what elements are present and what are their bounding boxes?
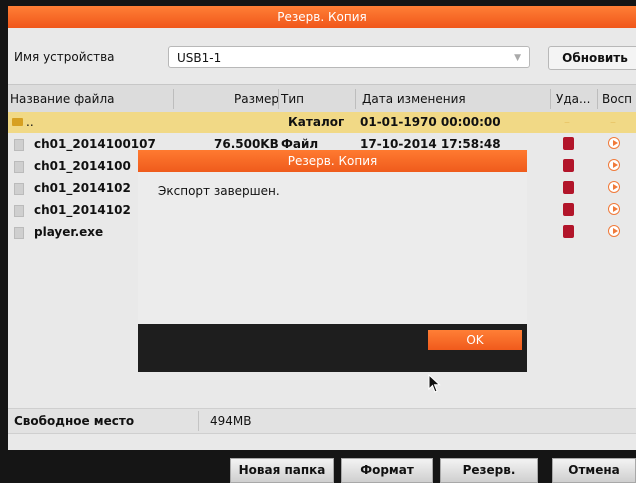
- column-divider: [597, 89, 598, 109]
- row-type: Каталог: [288, 115, 345, 129]
- header-size[interactable]: Размер: [234, 92, 279, 106]
- header-type[interactable]: Тип: [281, 92, 304, 106]
- table-header: Название файла Размер Тип Дата изменения…: [8, 84, 636, 114]
- trash-icon[interactable]: [563, 159, 574, 172]
- header-play[interactable]: Восп: [602, 92, 632, 106]
- free-space-label: Свободное место: [14, 414, 135, 428]
- header-modified[interactable]: Дата изменения: [362, 92, 466, 106]
- row-modified: 17-10-2014 17:58:48: [360, 137, 501, 151]
- row-name: ch01_2014102: [34, 181, 131, 195]
- header-name[interactable]: Название файла: [10, 92, 114, 106]
- chevron-down-icon: ▼: [514, 53, 521, 63]
- column-divider: [278, 89, 279, 109]
- file-icon: [14, 183, 24, 195]
- column-divider: [173, 89, 174, 109]
- refresh-button[interactable]: Обновить: [548, 46, 636, 70]
- trash-icon[interactable]: [563, 181, 574, 194]
- device-label: Имя устройства: [14, 50, 115, 64]
- row-delete-placeholder: –: [564, 115, 570, 129]
- mouse-cursor-icon: [428, 374, 441, 393]
- dialog-footer: OK: [138, 324, 527, 372]
- device-select-value: USB1-1: [177, 51, 222, 65]
- trash-icon[interactable]: [563, 225, 574, 238]
- bottom-toolbar: Новая папка Формат Резерв. Коп... Отмена: [8, 450, 636, 483]
- play-icon[interactable]: [608, 225, 620, 237]
- window-title: Резерв. Копия: [8, 6, 636, 28]
- file-icon: [14, 139, 24, 151]
- row-type: Файл: [281, 137, 319, 151]
- header-delete[interactable]: Уда...: [556, 92, 590, 106]
- column-divider: [198, 411, 199, 431]
- free-space-value: 494MB: [210, 414, 252, 428]
- new-folder-button[interactable]: Новая папка: [230, 458, 334, 483]
- table-row-parent[interactable]: .. Каталог 01-01-1970 00:00:00 – –: [8, 112, 636, 133]
- cancel-button[interactable]: Отмена: [552, 458, 636, 483]
- trash-icon[interactable]: [563, 203, 574, 216]
- dialog-message: Экспорт завершен.: [158, 184, 280, 198]
- device-row: Имя устройства USB1-1 ▼ Обновить: [8, 42, 636, 76]
- row-name: ch01_2014100: [34, 159, 131, 173]
- dialog-title: Резерв. Копия: [138, 150, 527, 172]
- column-divider: [355, 89, 356, 109]
- play-icon[interactable]: [608, 137, 620, 149]
- backup-window: Резерв. Копия Имя устройства USB1-1 ▼ Об…: [8, 6, 636, 483]
- row-name: ch01_2014100107: [34, 137, 156, 151]
- play-icon[interactable]: [608, 181, 620, 193]
- row-name: player.exe: [34, 225, 104, 239]
- ok-button[interactable]: OK: [428, 330, 522, 350]
- folder-icon: [12, 118, 23, 126]
- column-divider: [550, 89, 551, 109]
- format-button[interactable]: Формат: [341, 458, 433, 483]
- file-icon: [14, 161, 24, 173]
- row-modified: 01-01-1970 00:00:00: [360, 115, 501, 129]
- play-icon[interactable]: [608, 159, 620, 171]
- row-name: ..: [26, 115, 34, 129]
- export-complete-dialog: Резерв. Копия Экспорт завершен. OK: [138, 150, 527, 372]
- play-icon[interactable]: [608, 203, 620, 215]
- free-space-row: Свободное место 494MB: [8, 408, 636, 434]
- row-play-placeholder: –: [610, 115, 616, 129]
- file-icon: [14, 205, 24, 217]
- file-icon: [14, 227, 24, 239]
- row-size: 76.500KB: [214, 137, 279, 151]
- trash-icon[interactable]: [563, 137, 574, 150]
- backup-button[interactable]: Резерв. Коп...: [440, 458, 538, 483]
- device-select[interactable]: USB1-1 ▼: [168, 46, 530, 68]
- dialog-body: Экспорт завершен.: [138, 172, 527, 324]
- row-name: ch01_2014102: [34, 203, 131, 217]
